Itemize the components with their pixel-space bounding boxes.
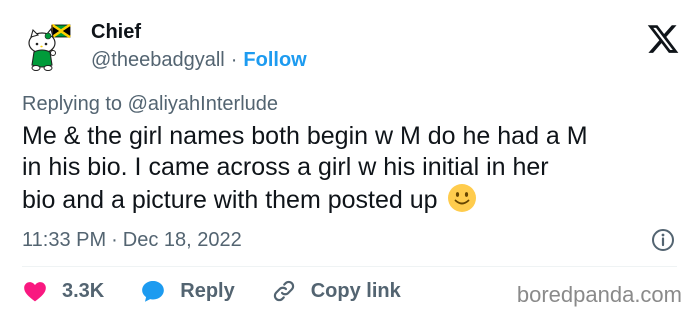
reply-button[interactable]: Reply bbox=[140, 278, 235, 304]
heart-icon bbox=[24, 282, 46, 302]
link-icon bbox=[273, 280, 294, 302]
tweet-time: 11:33 PM bbox=[22, 229, 107, 251]
info-icon[interactable] bbox=[651, 228, 675, 252]
copy-link-button[interactable]: Copy link bbox=[271, 278, 401, 304]
tweet-line: Me & the girl names both begin w M do he… bbox=[22, 122, 588, 150]
speech-bubble-icon bbox=[142, 281, 165, 302]
tweet-line-text: bio and a picture with them posted up bbox=[22, 186, 438, 214]
author-handle[interactable]: @theebadgyall bbox=[91, 49, 225, 71]
tweet-date: Dec 18, 2022 bbox=[122, 229, 242, 251]
timestamp-separator: · bbox=[111, 229, 118, 251]
copy-link-label: Copy link bbox=[310, 280, 401, 302]
handle-separator: · bbox=[230, 49, 238, 71]
author-handle-row: @theebadgyall · Follow bbox=[91, 48, 307, 72]
tweet-line-last: bio and a picture with them posted up bbox=[22, 183, 672, 216]
follow-button[interactable]: Follow bbox=[243, 49, 306, 71]
tweet-timestamp[interactable]: 11:33 PM · Dec 18, 2022 bbox=[22, 228, 242, 252]
action-bar: 3.3K Reply Copy link bbox=[22, 278, 437, 304]
tweet-line: in his bio. I came across a girl w his i… bbox=[22, 153, 549, 181]
watermark: boredpanda.com bbox=[516, 282, 682, 307]
divider bbox=[22, 266, 677, 267]
tweet-card: Chief @theebadgyall · Follow Replying to @… bbox=[0, 0, 700, 318]
author-display-name[interactable]: Chief bbox=[91, 20, 141, 44]
tweet-text: Me & the girl names both begin w M do he… bbox=[22, 121, 672, 216]
like-button[interactable]: 3.3K bbox=[22, 278, 104, 304]
reply-label: Reply bbox=[180, 280, 235, 302]
like-count: 3.3K bbox=[62, 280, 105, 302]
avatar[interactable] bbox=[22, 17, 82, 77]
hello-kitty-avatar-icon bbox=[28, 23, 71, 71]
x-logo-icon[interactable] bbox=[646, 22, 680, 56]
replying-to-text: Replying to @aliyahInterlude bbox=[22, 93, 279, 115]
slightly-smiling-face-icon bbox=[447, 183, 477, 213]
